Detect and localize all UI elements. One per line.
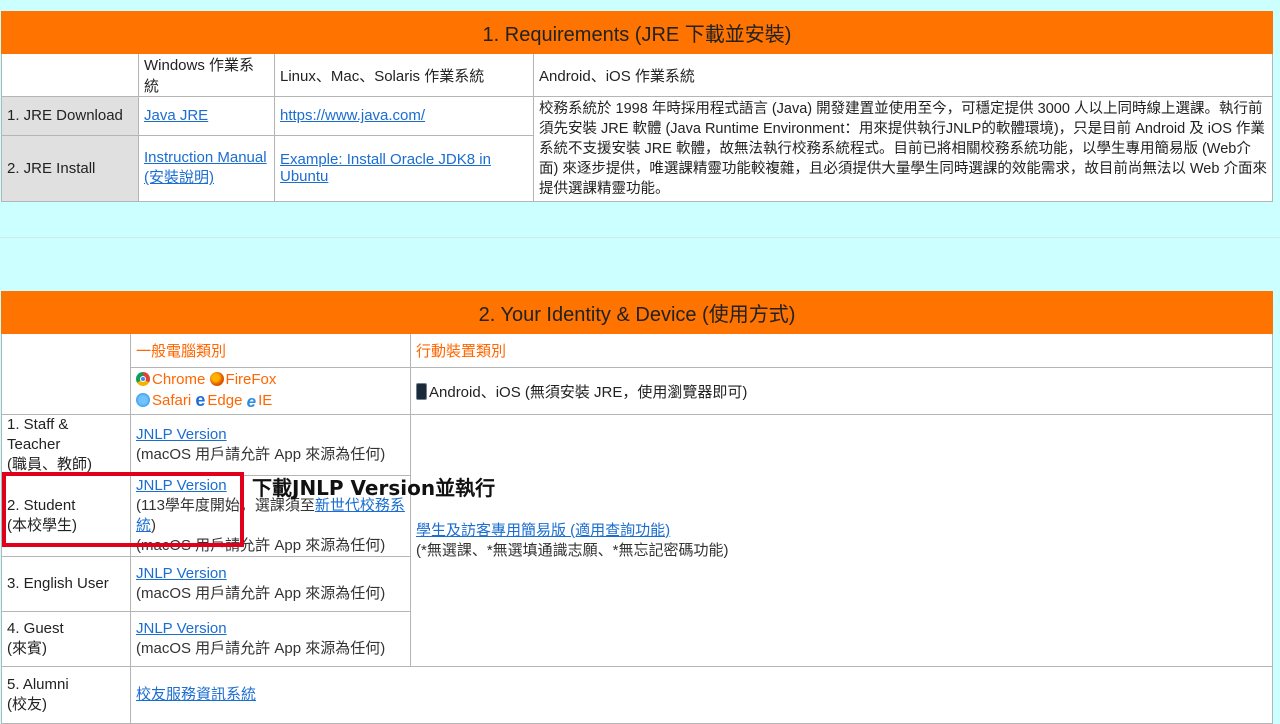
chrome-label: Chrome	[152, 371, 206, 388]
student-label-zh: (本校學生)	[7, 517, 77, 534]
section-divider	[0, 237, 1280, 238]
col-header-mobile: Android、iOS 作業系統	[533, 53, 1273, 97]
guest-label-en: 4. Guest	[7, 620, 64, 637]
row-label-jre-install: 2. JRE Install	[1, 134, 139, 203]
chrome-icon	[136, 372, 150, 386]
alumni-label-zh: (校友)	[7, 696, 47, 713]
staff-jnlp-link[interactable]: JNLP Version	[136, 425, 405, 445]
alumni-label-en: 5. Alumni	[7, 676, 69, 693]
staff-macos-note: (macOS 用戶請允許 App 來源為任何)	[136, 446, 386, 463]
safari-icon	[136, 393, 150, 407]
staff-pc-cell: JNLP Version (macOS 用戶請允許 App 來源為任何)	[130, 414, 411, 476]
ie-label: IE	[258, 392, 273, 409]
student-notice-suffix: )	[151, 517, 157, 534]
download-jnlp-callout: 下載JNLP Version並執行	[252, 476, 496, 500]
col-header-windows: Windows 作業系統	[138, 53, 275, 97]
student-macos-note: (macOS 用戶請允許 App 來源為任何)	[136, 537, 386, 554]
java-com-link[interactable]: https://www.java.com/	[280, 107, 425, 124]
firefox-label: FireFox	[225, 371, 277, 388]
mobile-device-cell: Android、iOS (無須安裝 JRE，使用瀏覽器即可)	[410, 367, 1273, 415]
mobile-web-version-link[interactable]: 學生及訪客專用簡易版 (適用查詢功能)	[416, 521, 1267, 541]
row-label-guest: 4. Guest (來賓)	[1, 611, 131, 667]
guest-macos-note: (macOS 用戶請允許 App 來源為任何)	[136, 640, 386, 657]
firefox-icon	[209, 372, 224, 386]
guest-pc-cell: JNLP Version (macOS 用戶請允許 App 來源為任何)	[130, 611, 411, 667]
row-label-student: 2. Student (本校學生)	[1, 475, 131, 557]
requirements-table: 1. Requirements (JRE 下載並安裝) Windows 作業系統…	[1, 11, 1273, 203]
identity-table: 2. Your Identity & Device (使用方式) 一般電腦類別 …	[1, 291, 1273, 724]
guest-jnlp-link[interactable]: JNLP Version	[136, 619, 405, 639]
english-user-label: 3. English User	[7, 575, 109, 592]
col-header-pc: 一般電腦類別	[130, 333, 411, 368]
instruction-manual-text: Instruction Manual	[144, 149, 267, 167]
student-label-en: 2. Student	[7, 497, 76, 514]
tablet-icon	[416, 382, 427, 400]
mobile-jre-description: 校務系統於 1998 年時採用程式語言 (Java) 開發建置並使用至今，可穩定…	[533, 96, 1273, 202]
english-pc-cell: JNLP Version (macOS 用戶請允許 App 來源為任何)	[130, 556, 411, 612]
identity-title: 2. Your Identity & Device (使用方式)	[1, 291, 1273, 334]
edge-icon: e	[195, 390, 206, 410]
guest-label-zh: (來賓)	[7, 640, 47, 657]
row-label-jre-download: 1. JRE Download	[1, 96, 139, 136]
edge-label: Edge	[207, 392, 243, 409]
requirements-title: 1. Requirements (JRE 下載並安裝)	[1, 11, 1273, 54]
english-macos-note: (macOS 用戶請允許 App 來源為任何)	[136, 585, 386, 602]
staff-label-zh: (職員、教師)	[7, 456, 92, 473]
mobile-web-note: (*無選課、*無選填通識志願、*無忘記密碼功能)	[416, 541, 729, 559]
row-label-english-user: 3. English User	[1, 556, 131, 612]
install-jdk8-ubuntu-link[interactable]: Example: Install Oracle JDK8 in Ubuntu	[280, 151, 491, 185]
mobile-device-text: Android、iOS (無須安裝 JRE，使用瀏覽器即可)	[429, 383, 748, 401]
identity-corner-cell	[1, 333, 131, 415]
col-header-linux: Linux、Mac、Solaris 作業系統	[274, 53, 534, 97]
row-label-staff: 1. Staff & Teacher (職員、教師)	[1, 414, 131, 476]
col-header-mobile-device: 行動裝置類別	[410, 333, 1273, 368]
alumni-cell: 校友服務資訊系統	[130, 666, 1273, 724]
ie-icon: e	[246, 392, 257, 411]
row-label-alumni: 5. Alumni (校友)	[1, 666, 131, 724]
english-jnlp-link[interactable]: JNLP Version	[136, 564, 405, 584]
safari-label: Safari	[152, 392, 192, 409]
student-notice: (113學年度開始，選課須至新世代校務系統)	[136, 496, 405, 536]
pc-browsers-cell: Chrome FireFox Safari e Edge e IE	[130, 367, 411, 415]
instruction-manual-link[interactable]: Instruction Manual (安裝說明)	[144, 148, 269, 188]
alumni-service-link[interactable]: 校友服務資訊系統	[136, 686, 256, 703]
instruction-manual-zh-text: (安裝說明)	[144, 169, 214, 187]
staff-label-en: 1. Staff & Teacher	[7, 416, 69, 453]
mobile-web-cell: 學生及訪客專用簡易版 (適用查詢功能) (*無選課、*無選填通識志願、*無忘記密…	[410, 414, 1273, 667]
java-jre-link[interactable]: Java JRE	[144, 107, 208, 124]
requirements-corner-cell	[1, 53, 139, 97]
